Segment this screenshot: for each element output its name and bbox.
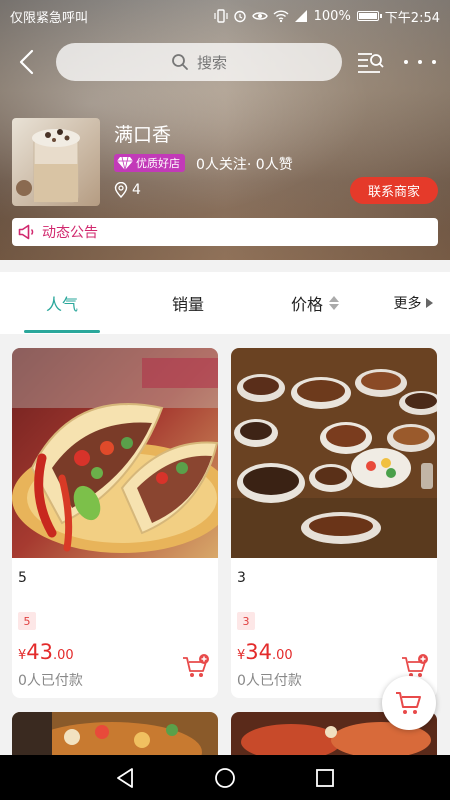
diamond-icon: [117, 156, 133, 170]
clock-text: 下午2:54: [384, 10, 440, 26]
search-input[interactable]: 搜索: [56, 43, 342, 81]
eye-icon: [251, 12, 268, 20]
product-price: ¥43.00: [18, 640, 74, 664]
tab-popularity[interactable]: 人气: [24, 272, 100, 334]
more-options-icon[interactable]: [404, 48, 436, 76]
paid-count: 0人已付款: [18, 673, 83, 689]
tab-more[interactable]: 更多: [380, 272, 446, 334]
back-arrow-icon[interactable]: [14, 48, 42, 76]
product-price: ¥34.00: [237, 640, 293, 664]
notice-label: 动态公告: [42, 225, 98, 241]
battery-icon: [356, 11, 382, 21]
nav-home-icon[interactable]: [214, 767, 236, 789]
price-integer: 43: [26, 640, 54, 664]
sort-tabs: 人气 销量 价格 更多: [0, 272, 450, 334]
battery-percent: 100%: [313, 8, 351, 24]
price-integer: 34: [245, 640, 273, 664]
alarm-icon: [233, 10, 246, 23]
search-placeholder: 搜索: [196, 53, 227, 72]
status-bar: 仅限紧急呼叫 100% 下午2:54: [0, 0, 450, 32]
follow-stats: 0人关注· 0人赞: [196, 157, 293, 173]
location-row[interactable]: 4: [114, 182, 141, 198]
floating-cart-button[interactable]: [382, 676, 436, 730]
shopping-cart-icon: [396, 692, 421, 714]
carrier-text: 仅限紧急呼叫: [10, 10, 89, 26]
product-image-tacos: [12, 348, 218, 558]
contact-merchant-button[interactable]: 联系商家: [350, 177, 438, 204]
product-card[interactable]: 5 5 ¥43.00 0人已付款: [12, 348, 218, 698]
tab-sales[interactable]: 销量: [150, 272, 226, 334]
status-icons: [214, 9, 308, 23]
product-image-bbq-platter: [231, 348, 437, 558]
nav-recents-icon[interactable]: [314, 767, 336, 789]
active-tab-indicator: [24, 330, 100, 333]
tab-price[interactable]: 价格: [270, 272, 360, 334]
product-tag: 3: [237, 612, 255, 630]
price-decimal: .00: [53, 648, 74, 663]
product-card-partial[interactable]: [12, 712, 218, 755]
notice-bar[interactable]: 动态公告: [12, 218, 438, 246]
paid-count: 0人已付款: [237, 673, 302, 689]
triangle-right-icon: [425, 298, 433, 308]
location-count: 4: [132, 182, 141, 198]
tab-more-label: 更多: [393, 296, 422, 312]
top-navbar: 搜索: [0, 42, 450, 82]
tab-price-label: 价格: [290, 295, 323, 314]
signal-icon: [294, 10, 307, 22]
wifi-icon: [273, 10, 289, 23]
product-title: 3: [237, 570, 246, 586]
quality-badge-label: 优质好店: [136, 157, 180, 170]
store-name: 满口香: [114, 124, 172, 146]
category-list-icon[interactable]: [356, 48, 384, 76]
nav-back-icon[interactable]: [114, 767, 136, 789]
product-tag: 5: [18, 612, 36, 630]
vibrate-icon: [214, 9, 228, 23]
megaphone-icon: [18, 224, 34, 240]
quality-badge: 优质好店: [114, 154, 185, 172]
system-navigation-bar: [0, 755, 450, 800]
add-to-cart-icon[interactable]: [182, 654, 210, 680]
location-pin-icon: [114, 182, 128, 198]
product-title: 5: [18, 570, 27, 586]
tab-popularity-label: 人气: [45, 295, 78, 314]
store-logo: [12, 118, 100, 206]
price-decimal: .00: [272, 648, 293, 663]
product-card[interactable]: 3 3 ¥34.00 0人已付款: [231, 348, 437, 698]
search-icon: [172, 54, 188, 70]
tab-sales-label: 销量: [171, 295, 204, 314]
product-image-hotpot: [12, 712, 218, 755]
sort-arrows-icon: [329, 296, 339, 310]
